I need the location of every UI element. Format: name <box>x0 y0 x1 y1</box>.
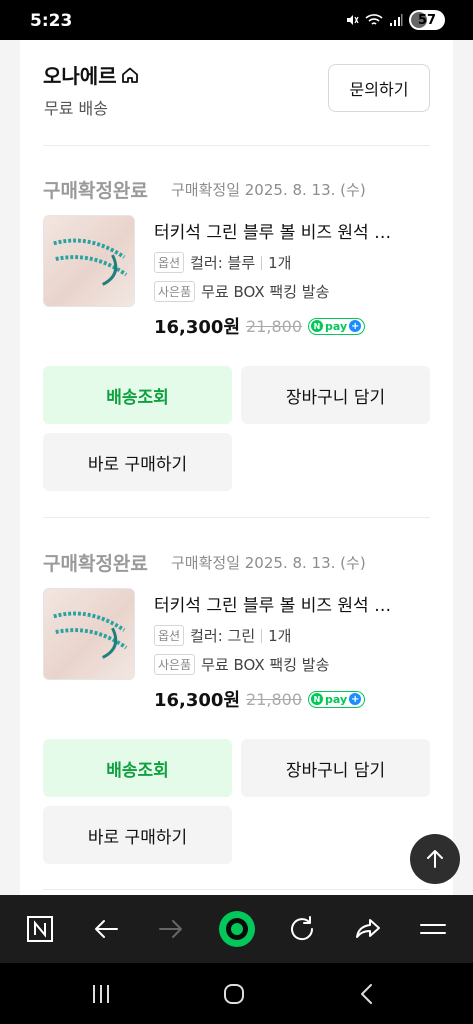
npay-n-icon: N <box>311 693 324 705</box>
divider <box>43 517 430 518</box>
npay-label: pay <box>325 319 348 333</box>
track-delivery-button[interactable]: 배송조회 <box>43 739 232 797</box>
gift-tag: 사은품 <box>154 654 196 675</box>
option-row: 옵션 컬러: 블루 1개 <box>154 252 291 273</box>
gift-row: 사은품 무료 BOX 팩킹 발송 <box>154 281 329 302</box>
menu-icon <box>420 924 446 934</box>
quantity: 1개 <box>268 254 292 272</box>
store-home-icon <box>121 67 138 83</box>
product-thumbnail[interactable] <box>43 215 135 307</box>
price-row: 16,300원 21,800 N pay + <box>154 313 366 339</box>
back-icon <box>95 920 118 938</box>
shipping-note: 무료 배송 <box>44 99 108 118</box>
share-button[interactable] <box>350 911 386 947</box>
browser-toolbar <box>0 895 473 963</box>
bracelet-image <box>53 611 128 659</box>
wifi-icon <box>365 14 383 25</box>
naver-home-button[interactable] <box>22 911 58 947</box>
option-tag: 옵션 <box>154 625 185 646</box>
forward-button[interactable] <box>153 911 189 947</box>
store-name-label: 오나에르 <box>43 64 117 88</box>
npay-plus-badge: N pay + <box>308 317 366 335</box>
original-price: 21,800 <box>246 316 303 336</box>
order-item: 구매확정완료 구매확정일 2025. 8. 13. (수) 터키석 그린 블루 … <box>20 176 453 516</box>
track-delivery-button[interactable]: 배송조회 <box>43 366 232 424</box>
divider <box>43 145 430 146</box>
add-to-cart-button[interactable]: 장바구니 담기 <box>241 366 430 424</box>
bracelet-image <box>53 238 128 286</box>
add-to-cart-button[interactable]: 장바구니 담기 <box>241 739 430 797</box>
gift-value: 무료 BOX 팩킹 발송 <box>201 656 330 674</box>
recents-button[interactable] <box>86 979 116 1009</box>
mute-icon <box>347 15 359 25</box>
forward-icon <box>159 920 182 938</box>
store-name[interactable]: 오나에르 <box>43 60 139 89</box>
status-bar: 5:23 57 <box>0 0 473 40</box>
option-tag: 옵션 <box>154 252 185 273</box>
product-name[interactable]: 터키석 그린 블루 볼 비즈 원석 … <box>154 218 434 243</box>
naver-home-icon <box>27 916 53 942</box>
status-time: 5:23 <box>30 11 73 31</box>
option-value: 컬러: 블루 <box>190 254 256 272</box>
green-dot-button[interactable] <box>217 909 257 949</box>
gift-tag: 사은품 <box>154 281 196 302</box>
share-icon <box>356 919 380 938</box>
product-name[interactable]: 터키석 그린 블루 볼 비즈 원석 … <box>154 591 434 616</box>
signal-icon <box>390 14 403 26</box>
order-confirm-date: 구매확정일 2025. 8. 13. (수) <box>171 181 366 199</box>
home-icon <box>224 984 244 1004</box>
product-thumbnail[interactable] <box>43 588 135 680</box>
system-back-button[interactable] <box>352 979 382 1009</box>
plus-icon: + <box>349 320 362 332</box>
npay-label: pay <box>325 692 348 706</box>
plus-icon: + <box>349 693 362 705</box>
buy-now-button[interactable]: 바로 구매하기 <box>43 806 232 864</box>
system-nav-bar <box>0 963 473 1024</box>
refresh-icon <box>291 916 314 941</box>
order-item: 구매확정완료 구매확정일 2025. 8. 13. (수) 터키석 그린 블루 … <box>20 549 453 889</box>
option-row: 옵션 컬러: 그린 1개 <box>154 625 291 646</box>
npay-n-icon: N <box>311 320 324 332</box>
npay-plus-badge: N pay + <box>308 690 366 708</box>
original-price: 21,800 <box>246 689 303 709</box>
menu-button[interactable] <box>415 911 451 947</box>
status-icons: 57 <box>345 10 445 30</box>
sale-price: 16,300원 <box>154 690 241 711</box>
gift-value: 무료 BOX 팩킹 발송 <box>201 283 330 301</box>
back-icon <box>361 984 372 1004</box>
order-confirm-date: 구매확정일 2025. 8. 13. (수) <box>171 554 366 572</box>
arrow-up-icon <box>427 850 443 868</box>
order-status: 구매확정완료 <box>43 180 148 202</box>
green-dot-icon <box>219 911 255 947</box>
order-status: 구매확정완료 <box>43 553 148 575</box>
scroll-to-top-button[interactable] <box>410 834 460 884</box>
refresh-button[interactable] <box>284 911 320 947</box>
store-order-card: 오나에르 무료 배송 문의하기 구매확정완료 구매확정일 2025. 8. 13… <box>20 40 453 895</box>
recents-icon <box>93 985 109 1003</box>
separator <box>261 628 263 643</box>
back-button[interactable] <box>88 911 124 947</box>
inquiry-button[interactable]: 문의하기 <box>328 64 430 112</box>
gift-row: 사은품 무료 BOX 팩킹 발송 <box>154 654 329 675</box>
option-value: 컬러: 그린 <box>190 627 256 645</box>
separator <box>261 255 263 270</box>
order-list-page: 오나에르 무료 배송 문의하기 구매확정완료 구매확정일 2025. 8. 13… <box>0 40 473 895</box>
sale-price: 16,300원 <box>154 317 241 338</box>
divider <box>43 889 430 890</box>
quantity: 1개 <box>268 627 292 645</box>
buy-now-button[interactable]: 바로 구매하기 <box>43 433 232 491</box>
home-button[interactable] <box>219 979 249 1009</box>
battery-icon: 57 <box>409 10 445 30</box>
price-row: 16,300원 21,800 N pay + <box>154 686 366 712</box>
